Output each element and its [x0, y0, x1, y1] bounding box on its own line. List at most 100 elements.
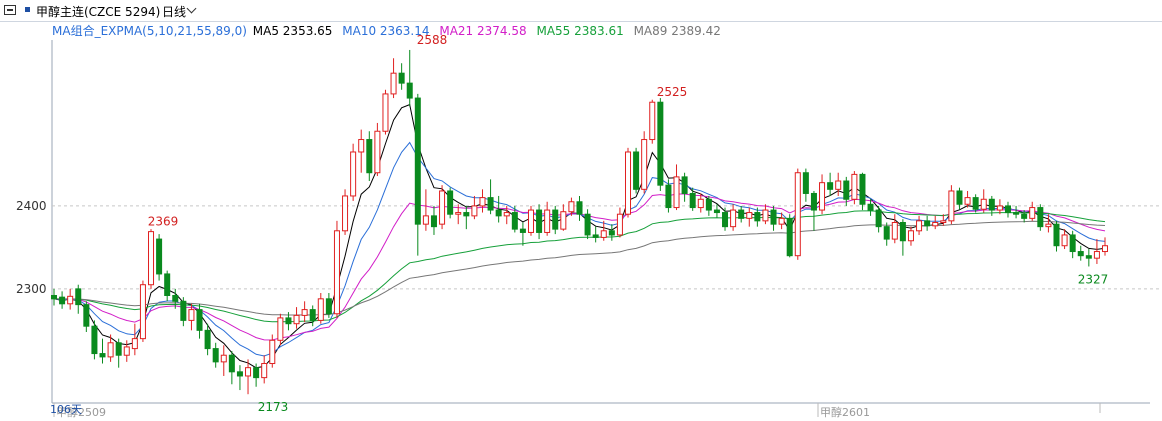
- candle-body: [843, 180, 850, 200]
- candle-body: [269, 339, 276, 365]
- candle-body: [204, 329, 211, 350]
- candle-body: [568, 201, 575, 213]
- candle: [996, 199, 1003, 215]
- candle-body: [1004, 205, 1011, 214]
- candle-body: [50, 295, 58, 300]
- candle-body: [390, 72, 397, 95]
- candle-body: [883, 226, 890, 240]
- candle-body: [713, 209, 720, 214]
- candle: [641, 131, 648, 194]
- candle-body: [67, 295, 74, 305]
- candle-body: [1021, 213, 1028, 219]
- candle-body: [794, 172, 801, 257]
- candle: [948, 185, 955, 225]
- candle: [374, 122, 381, 177]
- candle: [99, 338, 106, 364]
- candle-body: [325, 298, 332, 315]
- candle-body: [212, 348, 219, 363]
- candle: [746, 207, 753, 227]
- candle-body: [487, 197, 494, 211]
- candle-body: [245, 367, 252, 377]
- candle: [616, 207, 623, 238]
- candle-body: [439, 190, 446, 225]
- candle: [148, 229, 155, 289]
- candle-body: [1077, 251, 1084, 257]
- candle: [67, 288, 74, 310]
- candle-body: [463, 212, 470, 217]
- candle: [447, 187, 454, 219]
- candle-body: [916, 220, 923, 232]
- candle: [471, 195, 478, 220]
- candle: [439, 185, 446, 230]
- candle: [657, 98, 664, 191]
- candle: [350, 143, 357, 201]
- candle: [1077, 245, 1084, 261]
- candle: [770, 205, 777, 231]
- candle-body: [1061, 234, 1068, 247]
- candle-body: [172, 295, 179, 302]
- candle-body: [657, 101, 664, 186]
- candle-body: [835, 180, 842, 190]
- candle-body: [827, 182, 834, 190]
- candle-body: [479, 197, 486, 207]
- candle-body: [988, 198, 995, 211]
- price-annotation: 2327: [1078, 272, 1109, 286]
- candle-body: [447, 190, 454, 215]
- candle-body: [1093, 251, 1100, 259]
- candle-body: [519, 228, 526, 233]
- candle-body: [358, 139, 365, 153]
- candle: [819, 174, 826, 215]
- candle: [398, 63, 405, 90]
- candle-body: [802, 172, 809, 194]
- candle: [277, 313, 284, 346]
- candle: [358, 129, 365, 173]
- candle: [91, 320, 98, 360]
- candle-body: [1101, 245, 1109, 253]
- candle-body: [285, 317, 292, 325]
- candle-body: [980, 198, 987, 210]
- day-count-label: 106天: [50, 403, 82, 416]
- price-annotation: 2173: [258, 400, 289, 414]
- candle-body: [115, 342, 122, 356]
- candle-body: [220, 354, 227, 363]
- candle: [560, 204, 567, 231]
- candle-body: [228, 354, 235, 373]
- candle-body: [762, 209, 769, 222]
- candle: [333, 220, 340, 318]
- candle-body: [681, 176, 688, 194]
- candle: [576, 195, 583, 221]
- candle-body: [188, 309, 195, 321]
- candle: [891, 214, 898, 244]
- candle-body: [374, 130, 381, 174]
- candle-body: [851, 173, 858, 200]
- candle-body: [398, 72, 405, 84]
- candle-body: [1029, 207, 1036, 219]
- candle-body: [891, 222, 898, 240]
- candle: [236, 365, 243, 391]
- candle: [527, 205, 534, 236]
- candle-body: [964, 197, 971, 205]
- candle: [366, 131, 373, 182]
- candle-body: [875, 209, 882, 228]
- candle: [649, 99, 656, 144]
- candle-body: [778, 217, 785, 225]
- candle-body: [366, 139, 373, 174]
- candle: [309, 305, 316, 327]
- candle-body: [277, 317, 284, 341]
- candle-body: [503, 212, 510, 217]
- candle: [1093, 239, 1100, 264]
- candle-body: [625, 151, 632, 215]
- candle: [115, 338, 122, 368]
- candlestick-chart[interactable]: 2400230023692173258825252327甲醇2509 甲醇2601…: [0, 0, 1162, 421]
- candle: [59, 291, 66, 309]
- candle: [1004, 201, 1011, 218]
- candle: [592, 226, 599, 243]
- candle: [705, 195, 712, 216]
- candle: [123, 340, 130, 362]
- candle-body: [1037, 207, 1044, 228]
- candle: [802, 168, 809, 202]
- candle-body: [859, 173, 866, 205]
- candle-body: [99, 353, 106, 358]
- candle-body: [333, 230, 340, 315]
- candle: [673, 164, 680, 211]
